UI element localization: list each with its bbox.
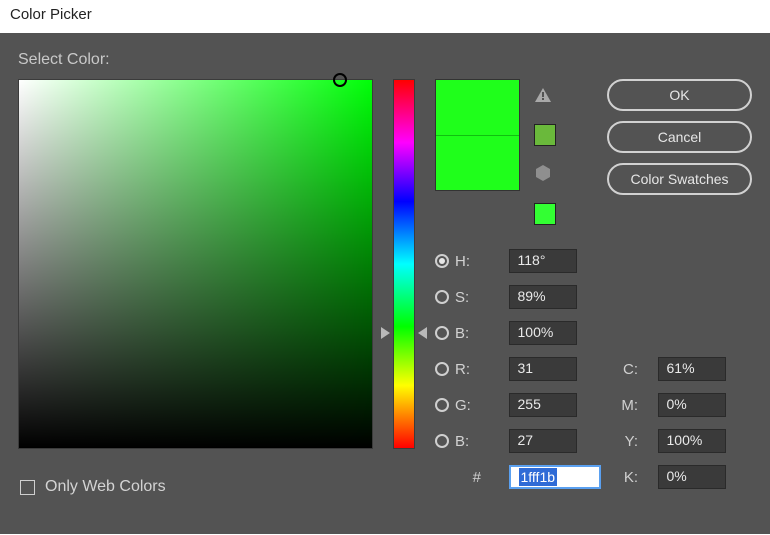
window-title: Color Picker — [10, 6, 92, 23]
k-label: K: — [620, 469, 638, 486]
only-web-label: Only Web Colors — [45, 478, 166, 496]
b2-input[interactable]: 27 — [509, 429, 577, 453]
y-input[interactable]: 100% — [658, 429, 726, 453]
select-color-label: Select Color: — [18, 51, 752, 69]
hue-handle-right[interactable] — [418, 327, 427, 339]
s-input[interactable]: 89% — [509, 285, 577, 309]
new-color-swatch[interactable] — [436, 80, 519, 135]
g-radio[interactable] — [435, 398, 449, 412]
swatch-side-icons — [534, 79, 556, 225]
m-label: M: — [620, 397, 638, 414]
m-input[interactable]: 0% — [658, 393, 726, 417]
color-picker-panel: Select Color: — [0, 33, 770, 534]
hex-hash: # — [435, 469, 481, 486]
r-mode[interactable]: R: — [435, 361, 489, 378]
button-column: OK Cancel Color Swatches — [607, 79, 752, 225]
websafe-color-swatch[interactable] — [534, 203, 556, 225]
color-swatches-button[interactable]: Color Swatches — [607, 163, 752, 195]
k-input[interactable]: 0% — [658, 465, 726, 489]
websafe-warning-icon[interactable] — [534, 164, 556, 185]
b2-radio[interactable] — [435, 434, 449, 448]
h-input[interactable]: 118° — [509, 249, 577, 273]
ok-button[interactable]: OK — [607, 79, 752, 111]
b2-mode[interactable]: B: — [435, 433, 489, 450]
main-layout: OK Cancel Color Swatches H: 118° S: 89% … — [18, 79, 752, 489]
r-input[interactable]: 31 — [509, 357, 577, 381]
hue-bar[interactable] — [393, 79, 415, 449]
g-mode[interactable]: G: — [435, 397, 489, 414]
c-input[interactable]: 61% — [658, 357, 726, 381]
cancel-button[interactable]: Cancel — [607, 121, 752, 153]
hex-input[interactable]: 1fff1b — [509, 465, 601, 489]
saturation-brightness-field[interactable] — [18, 79, 373, 449]
swatch-row: OK Cancel Color Swatches — [435, 79, 752, 225]
nearest-color-swatch[interactable] — [534, 124, 556, 146]
h-radio[interactable] — [435, 254, 449, 268]
hue-slider[interactable] — [393, 79, 415, 449]
previous-color-swatch[interactable] — [436, 135, 519, 191]
color-field-marker[interactable] — [333, 73, 347, 87]
h-mode[interactable]: H: — [435, 253, 489, 270]
r-radio[interactable] — [435, 362, 449, 376]
b-input[interactable]: 100% — [509, 321, 577, 345]
only-web-colors-checkbox[interactable]: Only Web Colors — [20, 478, 166, 496]
right-column: OK Cancel Color Swatches H: 118° S: 89% … — [435, 79, 752, 489]
gamut-warning-icon[interactable] — [534, 87, 556, 106]
y-label: Y: — [620, 433, 638, 450]
checkbox-icon[interactable] — [20, 480, 35, 495]
c-label: C: — [620, 361, 638, 378]
b-radio[interactable] — [435, 326, 449, 340]
b-mode[interactable]: B: — [435, 325, 489, 342]
s-radio[interactable] — [435, 290, 449, 304]
value-grid: H: 118° S: 89% B: 100% R: 31 C: 61% G — [435, 249, 752, 489]
s-mode[interactable]: S: — [435, 289, 489, 306]
hue-handle-left[interactable] — [381, 327, 390, 339]
window-titlebar: Color Picker — [0, 0, 770, 33]
color-swatch[interactable] — [435, 79, 520, 191]
g-input[interactable]: 255 — [509, 393, 577, 417]
